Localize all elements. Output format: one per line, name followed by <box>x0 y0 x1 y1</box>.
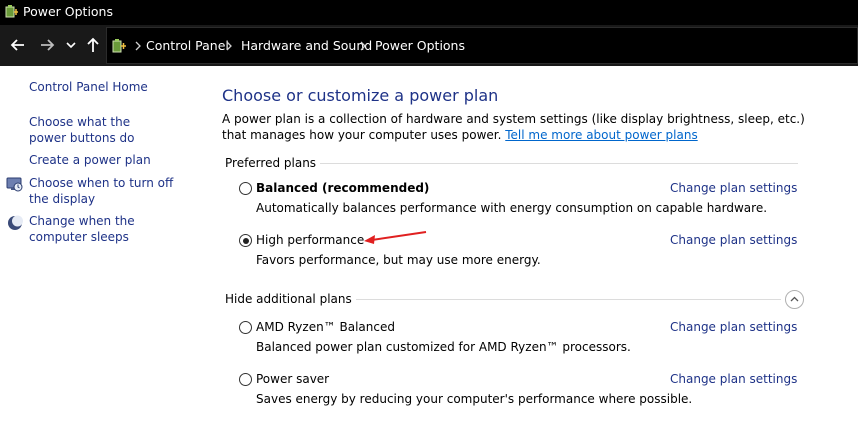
breadcrumb-power-options[interactable]: Power Options <box>375 38 465 53</box>
forward-button[interactable] <box>37 35 57 55</box>
recent-locations-button[interactable] <box>64 35 78 55</box>
arrow-left-icon <box>10 39 24 51</box>
address-bar[interactable]: Control Panel Hardware and Sound Power O… <box>106 27 858 64</box>
left-pane: Control Panel Home Choose what the power… <box>0 66 200 434</box>
navigation-bar: Control Panel Hardware and Sound Power O… <box>0 25 858 66</box>
change-plan-settings-link[interactable]: Change plan settings <box>670 372 797 386</box>
plan-radio-high-performance[interactable] <box>239 234 252 247</box>
plan-description-high-performance: Favors performance, but may use more ene… <box>256 253 541 267</box>
sidebar-item-turn-off-display[interactable]: Choose when to turn off the display <box>29 176 189 207</box>
collapse-button[interactable] <box>785 290 804 309</box>
arrow-right-icon <box>41 39 55 51</box>
learn-more-link[interactable]: Tell me more about power plans <box>505 128 697 142</box>
change-plan-settings-link[interactable]: Change plan settings <box>670 320 797 334</box>
preferred-plans-header: Preferred plans <box>225 156 321 170</box>
chevron-right-icon[interactable] <box>224 39 234 53</box>
plan-name-power-saver[interactable]: Power saver <box>256 372 329 386</box>
moon-sleep-icon <box>8 215 23 230</box>
sidebar-item-create-power-plan[interactable]: Create a power plan <box>29 153 194 169</box>
breadcrumb-control-panel[interactable]: Control Panel <box>146 38 229 53</box>
sidebar-item-control-panel-home[interactable]: Control Panel Home <box>29 80 194 96</box>
chevron-right-icon[interactable] <box>358 39 368 53</box>
display-power-icon <box>6 177 23 192</box>
plan-description-power-saver: Saves energy by reducing your computer's… <box>256 392 693 406</box>
annotation-arrow-icon <box>364 231 427 244</box>
radio-selected-dot <box>242 237 249 244</box>
window-title: Power Options <box>23 4 113 19</box>
change-plan-settings-link[interactable]: Change plan settings <box>670 181 797 195</box>
page-title: Choose or customize a power plan <box>222 86 499 105</box>
plan-name-balanced[interactable]: Balanced (recommended) <box>256 181 429 195</box>
back-button[interactable] <box>8 35 28 55</box>
page-description: A power plan is a collection of hardware… <box>222 112 822 143</box>
title-bar: Power Options <box>0 0 858 25</box>
power-options-icon <box>112 39 126 53</box>
hide-additional-plans-header[interactable]: Hide additional plans <box>225 292 356 306</box>
arrow-up-icon <box>87 37 99 52</box>
chevron-down-icon <box>66 42 76 49</box>
plan-radio-balanced[interactable] <box>239 182 252 195</box>
plan-description-balanced: Automatically balances performance with … <box>256 201 768 215</box>
chevron-right-icon[interactable] <box>133 39 143 53</box>
plan-radio-power-saver[interactable] <box>239 373 252 386</box>
power-options-icon <box>5 5 18 18</box>
plan-description-amd-ryzen-balanced: Balanced power plan customized for AMD R… <box>256 340 631 354</box>
change-plan-settings-link[interactable]: Change plan settings <box>670 233 797 247</box>
breadcrumb-hardware-and-sound[interactable]: Hardware and Sound <box>241 38 372 53</box>
chevron-up-icon <box>790 296 799 302</box>
plan-name-high-performance[interactable]: High performance <box>256 233 364 247</box>
up-button[interactable] <box>83 35 103 55</box>
sidebar-item-power-buttons[interactable]: Choose what the power buttons do <box>29 115 169 146</box>
sidebar-item-computer-sleeps[interactable]: Change when the computer sleeps <box>29 214 189 245</box>
plan-name-amd-ryzen-balanced[interactable]: AMD Ryzen™ Balanced <box>256 320 395 334</box>
plan-radio-amd-ryzen-balanced[interactable] <box>239 321 252 334</box>
